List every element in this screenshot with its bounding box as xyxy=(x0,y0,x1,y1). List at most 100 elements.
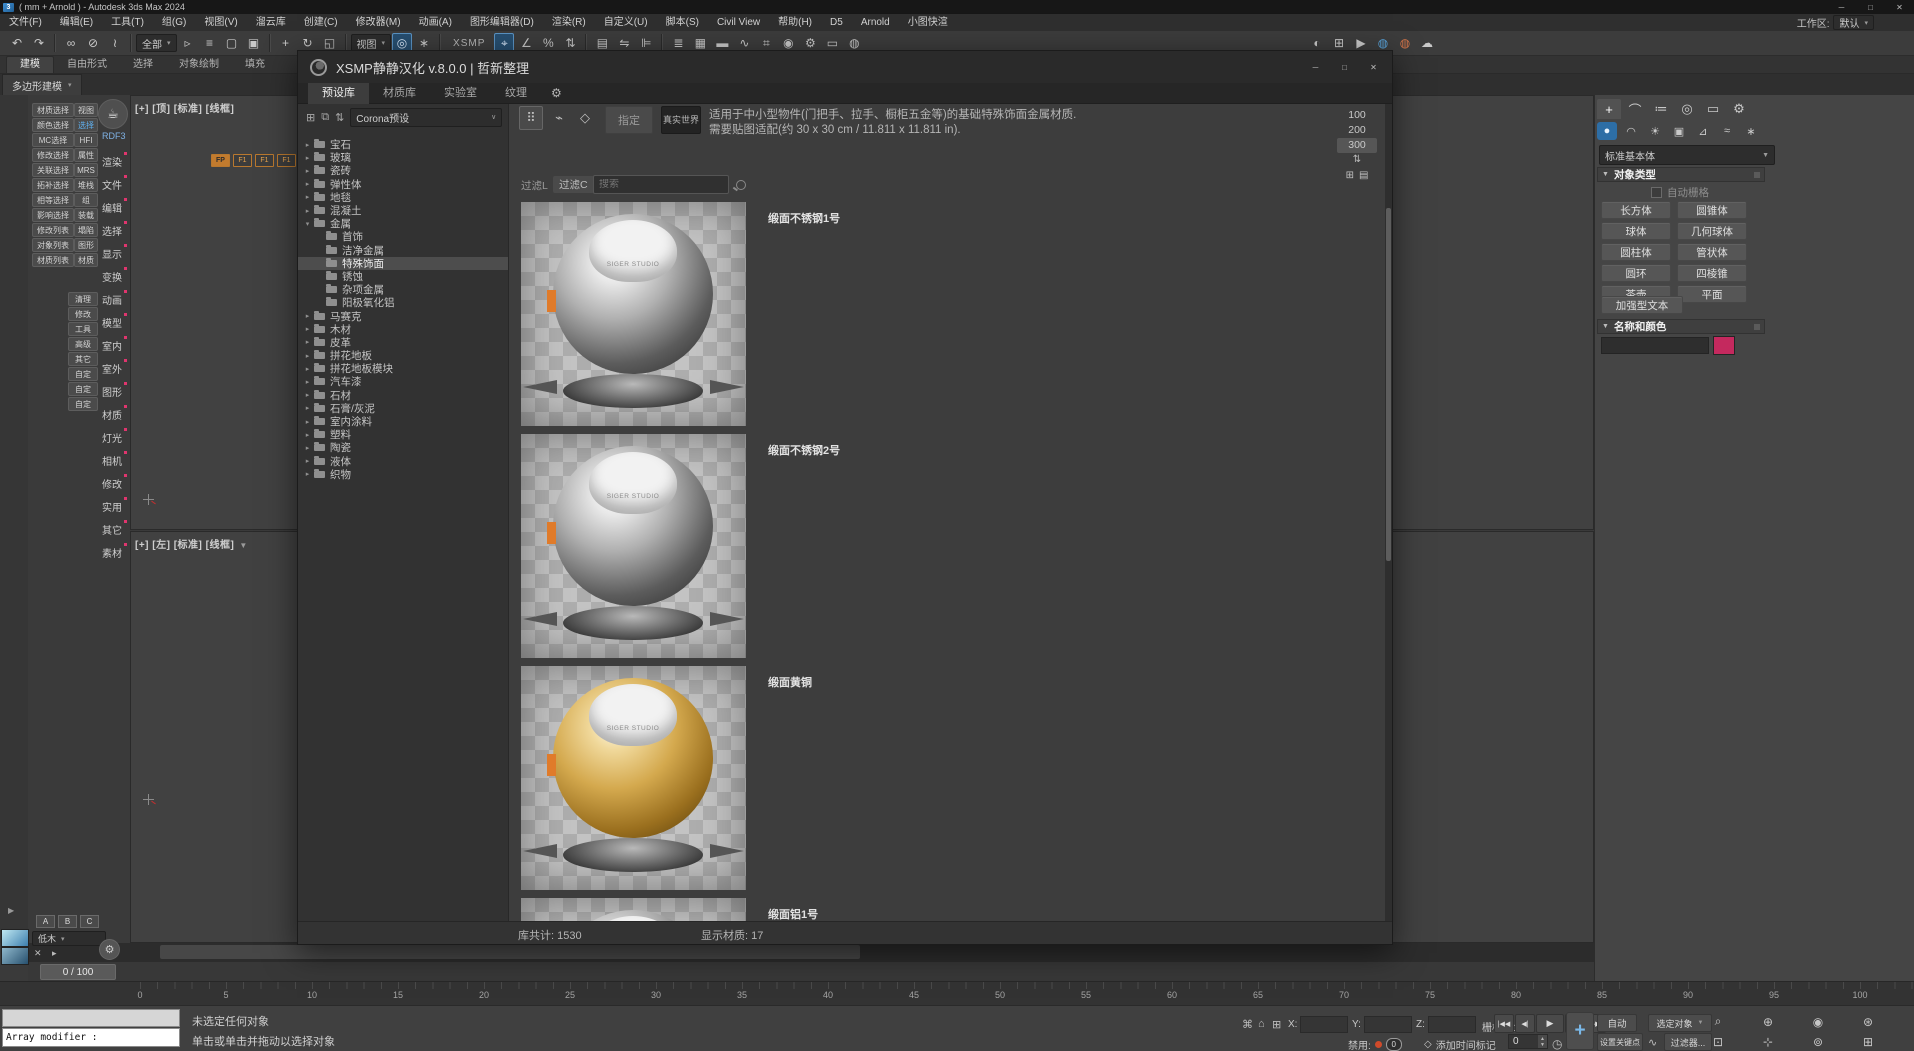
tree-caret-icon[interactable]: ▸ xyxy=(303,431,312,439)
primitive-button-圆环[interactable]: 圆环 xyxy=(1601,264,1671,282)
thumbnail-grid-view-icon[interactable]: ⠿ xyxy=(519,106,543,130)
cat-cameras[interactable]: ▣ xyxy=(1669,122,1689,140)
tree-item-石材[interactable]: ▸石材 xyxy=(298,389,508,402)
object-type-rollout-header[interactable]: ▼对象类型 xyxy=(1597,167,1765,182)
tree-item-马赛克[interactable]: ▸马赛克 xyxy=(298,309,508,322)
maximize-button[interactable]: □ xyxy=(1856,0,1885,14)
tree-caret-icon[interactable]: ▸ xyxy=(303,207,312,215)
viewport-menu-caret-icon[interactable]: ▼ xyxy=(239,541,247,550)
polygon-modeling-tab[interactable]: 多边形建模▾ xyxy=(2,74,82,96)
sidebar-label-显示[interactable]: 显示 xyxy=(102,246,122,261)
unlink-selection-icon[interactable]: ⊘ xyxy=(83,33,103,53)
sidebar-label-修改[interactable]: 修改 xyxy=(102,476,122,491)
primitive-button-圆柱体[interactable]: 圆柱体 xyxy=(1601,243,1671,261)
fp-badge-F1[interactable]: F1 xyxy=(277,154,296,167)
menu-item-帮助(H)[interactable]: 帮助(H) xyxy=(769,14,821,31)
cloud-render-icon[interactable]: ☁ xyxy=(1417,33,1437,53)
xsmp-maximize-button[interactable]: □ xyxy=(1330,60,1359,74)
autogrid-checkbox[interactable]: 自动栅格 xyxy=(1651,185,1709,200)
select-and-move-icon[interactable]: + xyxy=(276,33,296,53)
set-key-button[interactable]: 设置关键点 xyxy=(1597,1033,1643,1051)
tree-item-木材[interactable]: ▸木材 xyxy=(298,323,508,336)
disable-toggle-row[interactable]: 禁用: 0 xyxy=(1348,1037,1402,1051)
material-node-view-icon[interactable]: ⌁ xyxy=(547,106,571,130)
tree-caret-icon[interactable]: ▸ xyxy=(303,325,312,333)
menu-item-溜云库[interactable]: 溜云库 xyxy=(247,14,295,31)
tree-item-陶瓷[interactable]: ▸陶瓷 xyxy=(298,441,508,454)
sidebar-button-材质列表[interactable]: 材质列表 xyxy=(32,253,74,267)
tree-item-地毯[interactable]: ▸地毯 xyxy=(298,191,508,204)
object-name-field[interactable] xyxy=(1601,337,1709,354)
viewport-bottom-label[interactable]: [+] [左] [标准] [线框]▼ xyxy=(135,536,248,551)
tree-caret-icon[interactable]: ▸ xyxy=(303,378,312,386)
duplicate-folder-icon[interactable]: ⧉ xyxy=(321,111,329,124)
teapot-icon[interactable]: ☕ xyxy=(98,99,128,129)
tab-motion[interactable]: ◎ xyxy=(1675,99,1699,119)
rect-selection-region-icon[interactable]: ▢ xyxy=(222,33,242,53)
primitive-button-几何球体[interactable]: 几何球体 xyxy=(1677,222,1747,240)
tree-item-室内涂料[interactable]: ▸室内涂料 xyxy=(298,415,508,428)
tree-item-金属[interactable]: ▾金属 xyxy=(298,217,508,230)
menu-item-渲染(R)[interactable]: 渲染(R) xyxy=(543,14,595,31)
sidebar-button-修改[interactable]: 修改 xyxy=(68,307,98,321)
maximize-viewport-icon[interactable]: ⊞ xyxy=(1856,1032,1880,1051)
listener-macro-line[interactable] xyxy=(2,1009,180,1027)
quad-arrow-icon[interactable]: ▸ xyxy=(52,948,57,959)
sidebar-button-装载[interactable]: 装载 xyxy=(74,208,98,222)
sidebar-label-RDF3[interactable]: RDF3 xyxy=(102,131,126,141)
sidebar-label-相机[interactable]: 相机 xyxy=(102,453,122,468)
sidebar-button-材质[interactable]: 材质 xyxy=(74,253,98,267)
selection-lock-icon[interactable]: ⌂ xyxy=(1258,1018,1265,1030)
play-button[interactable]: ▶ xyxy=(1536,1014,1564,1033)
auto-key-button[interactable]: 自动 xyxy=(1597,1014,1637,1032)
select-object-icon[interactable]: ▹ xyxy=(178,33,198,53)
menu-item-自定义(U)[interactable]: 自定义(U) xyxy=(595,14,657,31)
quad-preset-dropdown[interactable]: 低木▾ xyxy=(32,931,106,946)
time-configuration-icon[interactable]: ◷ xyxy=(1552,1037,1562,1051)
primitive-button-圆锥体[interactable]: 圆锥体 xyxy=(1677,201,1747,219)
time-slider-thumb[interactable]: 0 / 100 xyxy=(40,964,116,980)
material-name-label[interactable]: 缎面铝1号 xyxy=(768,906,818,921)
tree-item-杂项金属[interactable]: 杂项金属 xyxy=(298,283,508,296)
go-to-start-button[interactable]: |◀◀ xyxy=(1494,1014,1514,1033)
tree-caret-icon[interactable]: ▸ xyxy=(303,444,312,452)
sidebar-button-组[interactable]: 组 xyxy=(74,193,98,207)
menu-item-小图快渲[interactable]: 小图快渲 xyxy=(899,14,957,31)
sort-icon[interactable]: ⇅ xyxy=(335,111,344,124)
tree-caret-icon[interactable]: ▸ xyxy=(303,365,312,373)
close-button[interactable]: ✕ xyxy=(1885,0,1914,14)
ribbon-tab-建模[interactable]: 建模 xyxy=(6,56,54,73)
quad-close-icon[interactable]: ✕ xyxy=(34,948,42,959)
sidebar-button-视图[interactable]: 视图 xyxy=(74,103,98,117)
sidebar-label-灯光[interactable]: 灯光 xyxy=(102,430,122,445)
sidebar-button-属性[interactable]: 属性 xyxy=(74,148,98,162)
x-coord-input[interactable] xyxy=(1301,1020,1347,1035)
tab-display[interactable]: ▭ xyxy=(1701,99,1725,119)
tree-item-阳极氧化铝[interactable]: 阳极氧化铝 xyxy=(298,296,508,309)
xsmp-close-button[interactable]: ✕ xyxy=(1359,60,1388,74)
geometry-class-dropdown[interactable]: 标准基本体▼ xyxy=(1599,145,1775,165)
pan-icon[interactable]: ⊹ xyxy=(1756,1032,1780,1051)
sidebar-button-高级[interactable]: 高级 xyxy=(68,337,98,351)
fp-badge-F1[interactable]: F1 xyxy=(233,154,252,167)
tree-caret-icon[interactable]: ▸ xyxy=(303,418,312,426)
frame-spinner[interactable]: ▲▼ xyxy=(1538,1035,1547,1048)
sidebar-button-自定[interactable]: 自定 xyxy=(68,367,98,381)
zoom-all-icon[interactable]: ⊕ xyxy=(1756,1012,1780,1031)
transform-gizmo-icon[interactable]: ⌘ xyxy=(1242,1018,1253,1031)
current-frame-field[interactable]: 0 ▲▼ xyxy=(1508,1034,1548,1049)
orbit-icon[interactable]: ⊚ xyxy=(1806,1032,1830,1051)
quad-button-A[interactable]: A xyxy=(36,915,55,928)
sidebar-button-材质选择[interactable]: 材质选择 xyxy=(32,103,74,117)
zoom-extents-all-icon[interactable]: ⊛ xyxy=(1856,1012,1880,1031)
menu-item-动画(A)[interactable]: 动画(A) xyxy=(410,14,461,31)
y-coord-input[interactable] xyxy=(1365,1020,1411,1035)
menu-item-视图(V)[interactable]: 视图(V) xyxy=(195,14,246,31)
xsmp-tab-预设库[interactable]: 预设库 xyxy=(308,83,369,104)
fp-badge-F1[interactable]: F1 xyxy=(255,154,274,167)
material-name-label[interactable]: 缎面不锈钢1号 xyxy=(768,210,840,226)
tree-item-织物[interactable]: ▸织物 xyxy=(298,468,508,481)
sidebar-label-材质[interactable]: 材质 xyxy=(102,407,122,422)
tree-item-塑料[interactable]: ▸塑料 xyxy=(298,428,508,441)
tree-caret-icon[interactable]: ▸ xyxy=(303,338,312,346)
